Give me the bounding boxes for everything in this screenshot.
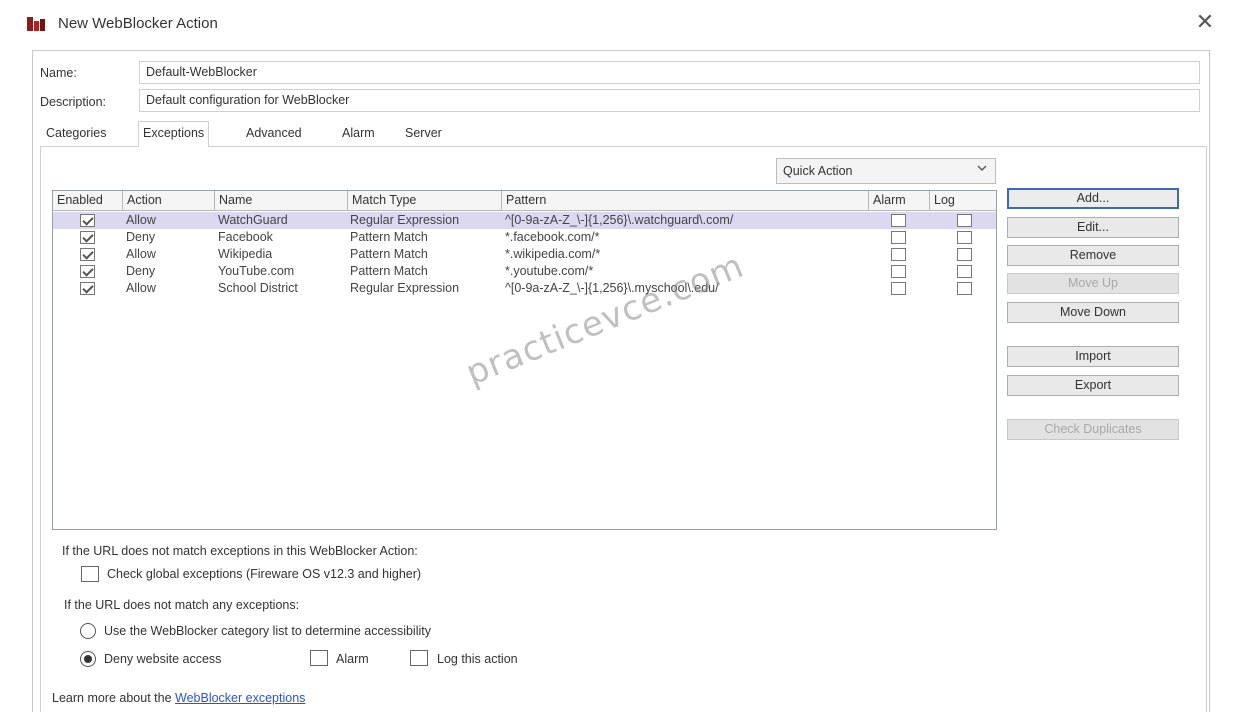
use-category-label: Use the WebBlocker category list to dete…: [104, 624, 431, 638]
column-header-alarm[interactable]: Alarm: [869, 191, 930, 211]
tab-server[interactable]: Server: [401, 124, 446, 146]
row-pattern: ^[0-9a-zA-Z_\-]{1,256}\.watchguard\.com/: [505, 213, 734, 227]
log-checkbox-cell[interactable]: [957, 248, 972, 261]
close-icon[interactable]: ✕: [1193, 10, 1217, 34]
column-header-pattern[interactable]: Pattern: [502, 191, 869, 211]
row-match-type: Pattern Match: [350, 264, 428, 278]
enabled-checkbox[interactable]: [80, 282, 95, 295]
column-header-log[interactable]: Log: [930, 191, 996, 211]
row-match-type: Pattern Match: [350, 230, 428, 244]
table-row[interactable]: Allow WatchGuard Regular Expression ^[0-9a-…: [53, 212, 996, 229]
log-checkbox-cell[interactable]: [957, 265, 972, 278]
row-name: Wikipedia: [218, 247, 273, 261]
move-up-button[interactable]: Move Up: [1007, 273, 1179, 294]
alarm-checkbox-cell[interactable]: [891, 248, 906, 261]
table-row[interactable]: Deny YouTube.com Pattern Match *.youtube.co…: [53, 263, 996, 280]
tab-alarm[interactable]: Alarm: [338, 124, 379, 146]
check-global-checkbox[interactable]: [81, 566, 99, 582]
row-name: Facebook: [218, 230, 273, 244]
column-header-enabled[interactable]: Enabled: [53, 191, 123, 211]
use-category-radio[interactable]: [80, 623, 96, 639]
enabled-checkbox[interactable]: [80, 231, 95, 244]
alarm-label: Alarm: [336, 652, 369, 666]
check-duplicates-button[interactable]: Check Duplicates: [1007, 419, 1179, 440]
row-match-type: Pattern Match: [350, 247, 428, 261]
row-action: Deny: [126, 230, 156, 244]
log-checkbox-cell[interactable]: [957, 282, 972, 295]
row-name: YouTube.com: [218, 264, 295, 278]
row-action: Allow: [126, 247, 156, 261]
deny-website-label: Deny website access: [104, 652, 222, 666]
row-action: Allow: [126, 281, 156, 295]
webblocker-app-icon: [27, 17, 45, 31]
webblocker-exceptions-link[interactable]: WebBlocker exceptions: [175, 691, 305, 705]
log-checkbox-cell[interactable]: [957, 231, 972, 244]
column-header-name[interactable]: Name: [215, 191, 348, 211]
row-match-type: Regular Expression: [350, 213, 460, 227]
table-row[interactable]: Deny Facebook Pattern Match *.facebook.com/…: [53, 229, 996, 246]
description-field[interactable]: Default configuration for WebBlocker: [139, 89, 1200, 112]
alarm-checkbox-cell[interactable]: [891, 231, 906, 244]
remove-button[interactable]: Remove: [1007, 245, 1179, 266]
window-title: New WebBlocker Action: [58, 15, 218, 32]
table-row[interactable]: Allow School District Regular Expression ^[…: [53, 280, 996, 297]
deny-website-radio[interactable]: [80, 651, 96, 667]
column-header-match-type[interactable]: Match Type: [348, 191, 502, 211]
row-action: Deny: [126, 264, 156, 278]
column-header-action[interactable]: Action: [123, 191, 215, 211]
tab-categories[interactable]: Categories: [42, 124, 110, 146]
chevron-down-icon: [977, 165, 987, 171]
move-down-button[interactable]: Move Down: [1007, 302, 1179, 323]
learn-more-prefix: Learn more about the: [52, 691, 172, 705]
quick-action-label: Quick Action: [783, 164, 853, 178]
import-button[interactable]: Import: [1007, 346, 1179, 367]
name-label: Name:: [40, 66, 77, 80]
check-global-label: Check global exceptions (Fireware OS v12…: [107, 567, 422, 581]
enabled-checkbox[interactable]: [80, 248, 95, 261]
row-pattern: *.facebook.com/*: [505, 230, 600, 244]
no-match-action-text: If the URL does not match exceptions in …: [62, 544, 418, 558]
row-pattern: *.wikipedia.com/*: [505, 247, 601, 261]
enabled-checkbox[interactable]: [80, 214, 95, 227]
tab-exceptions[interactable]: Exceptions: [138, 121, 210, 147]
table-row[interactable]: Allow Wikipedia Pattern Match *.wikipedia.c…: [53, 246, 996, 263]
row-action: Allow: [126, 213, 156, 227]
learn-more-text: Learn more about the WebBlocker exceptio…: [52, 691, 305, 705]
log-action-label: Log this action: [437, 652, 518, 666]
row-name: School District: [218, 281, 298, 295]
alarm-checkbox-cell[interactable]: [891, 265, 906, 278]
alarm-checkbox[interactable]: [310, 650, 328, 666]
add-button[interactable]: Add...: [1007, 188, 1179, 209]
description-label: Description:: [40, 95, 106, 109]
quick-action-dropdown[interactable]: Quick Action: [776, 158, 996, 184]
export-button[interactable]: Export: [1007, 375, 1179, 396]
alarm-checkbox-cell[interactable]: [891, 214, 906, 227]
row-name: WatchGuard: [218, 213, 288, 227]
log-action-checkbox[interactable]: [410, 650, 428, 666]
tab-advanced[interactable]: Advanced: [242, 124, 306, 146]
edit-button[interactable]: Edit...: [1007, 217, 1179, 238]
row-match-type: Regular Expression: [350, 281, 460, 295]
alarm-checkbox-cell[interactable]: [891, 282, 906, 295]
no-match-any-text: If the URL does not match any exceptions…: [64, 598, 300, 612]
enabled-checkbox[interactable]: [80, 265, 95, 278]
log-checkbox-cell[interactable]: [957, 214, 972, 227]
name-field[interactable]: Default-WebBlocker: [139, 61, 1200, 84]
